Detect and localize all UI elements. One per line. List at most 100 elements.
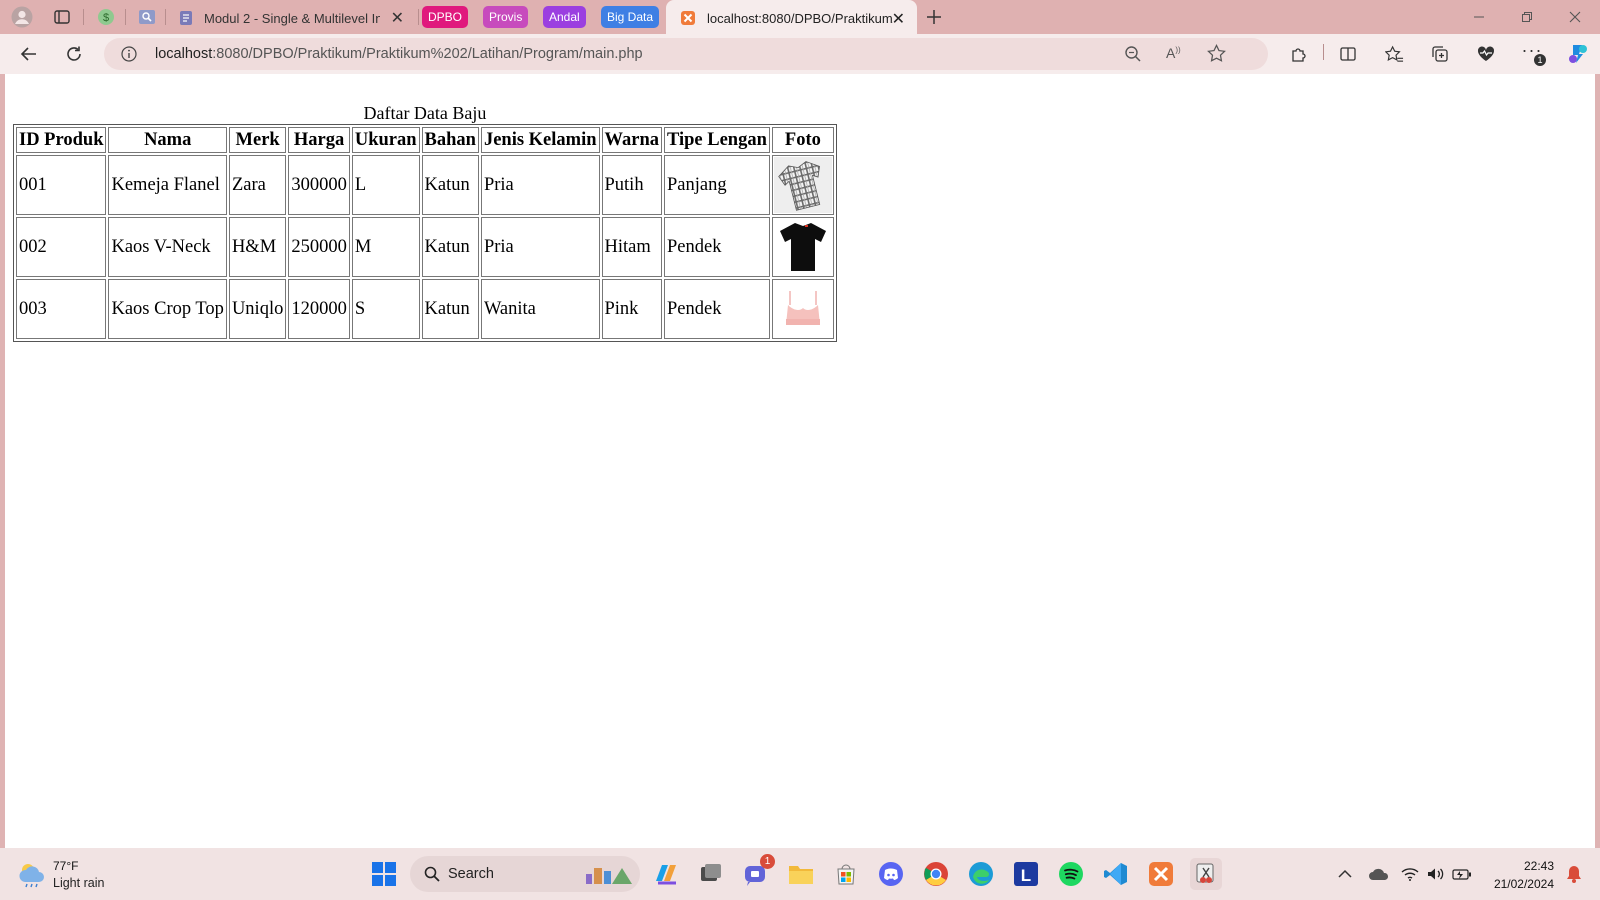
- cell-nama: Kaos Crop Top: [108, 279, 227, 339]
- cell-id: 003: [16, 279, 107, 339]
- minimize-icon[interactable]: [1468, 6, 1490, 28]
- tab-bar: $ Modul 2 - Single & Multilevel In ✕ DPB…: [0, 0, 1600, 36]
- cell-bahan: Katun: [421, 155, 479, 215]
- split-screen-icon[interactable]: [1336, 42, 1360, 66]
- pinned-tab-money-icon[interactable]: $: [94, 5, 118, 29]
- table-caption: Daftar Data Baju: [363, 103, 487, 123]
- cell-ukuran: M: [351, 217, 420, 277]
- onedrive-cloud-icon[interactable]: [1366, 858, 1392, 890]
- task-view-icon[interactable]: [695, 858, 727, 890]
- tab-modul-2[interactable]: Modul 2 - Single & Multilevel In ✕: [178, 3, 408, 33]
- cell-id: 001: [16, 155, 107, 215]
- favorite-star-icon[interactable]: [1207, 44, 1226, 68]
- cell-bahan: Katun: [421, 279, 479, 339]
- cell-jenis-kelamin: Wanita: [480, 279, 600, 339]
- address-bar[interactable]: localhost:8080/DPBO/Praktikum/Praktikum%…: [104, 38, 1268, 70]
- header-harga: Harga: [288, 127, 350, 153]
- page-viewport: Daftar Data Baju ID Produk Nama Merk Har…: [5, 74, 1595, 848]
- product-table-container: Daftar Data Baju ID Produk Nama Merk Har…: [13, 102, 837, 342]
- clock-date[interactable]: 21/02/2024: [1494, 877, 1554, 891]
- weather-temperature[interactable]: 77°F: [53, 859, 78, 873]
- vscode-icon[interactable]: [1100, 858, 1132, 890]
- windows-start-icon[interactable]: [368, 858, 400, 890]
- cell-foto: [771, 155, 834, 215]
- chat-notification-badge: 1: [760, 854, 775, 869]
- file-explorer-icon[interactable]: [785, 858, 817, 890]
- microsoft-store-icon[interactable]: [830, 858, 862, 890]
- teams-chat-icon[interactable]: 1: [740, 854, 775, 890]
- cell-bahan: Katun: [421, 217, 479, 277]
- notification-bell-icon[interactable]: [1563, 858, 1585, 890]
- collections-icon[interactable]: [1428, 42, 1452, 66]
- cell-tipe-lengan: Panjang: [663, 155, 770, 215]
- snipping-tool-icon[interactable]: [1190, 858, 1222, 890]
- cell-warna: Hitam: [601, 217, 662, 277]
- taskbar-search[interactable]: Search: [410, 856, 640, 892]
- xampp-icon: [681, 11, 695, 25]
- profile-icon[interactable]: [10, 5, 34, 29]
- zoom-icon[interactable]: [1124, 45, 1142, 68]
- cell-ukuran: L: [351, 155, 420, 215]
- favorites-icon[interactable]: [1382, 42, 1406, 66]
- new-tab-icon[interactable]: [922, 5, 946, 29]
- weather-description[interactable]: Light rain: [53, 876, 104, 890]
- cell-merk: Uniqlo: [228, 279, 287, 339]
- tab-title: Modul 2 - Single & Multilevel In: [204, 10, 380, 26]
- copilot-app-icon[interactable]: [650, 858, 682, 890]
- wifi-icon[interactable]: [1400, 858, 1420, 890]
- header-jenis-kelamin: Jenis Kelamin: [480, 127, 600, 153]
- header-ukuran: Ukuran: [351, 127, 420, 153]
- document-icon: [180, 11, 192, 25]
- copilot-icon[interactable]: [1566, 42, 1590, 66]
- notification-badge: 1: [1534, 54, 1546, 66]
- back-icon[interactable]: [17, 42, 41, 66]
- cell-harga: 250000: [288, 217, 350, 277]
- restore-icon[interactable]: [1516, 6, 1538, 28]
- header-merk: Merk: [228, 127, 287, 153]
- header-nama: Nama: [108, 127, 227, 153]
- cell-merk: Zara: [228, 155, 287, 215]
- clock-time[interactable]: 22:43: [1524, 859, 1554, 873]
- l-app-icon[interactable]: L: [1010, 858, 1042, 890]
- tab-localhost[interactable]: localhost:8080/DPBO/Praktikum/ ✕: [666, 0, 917, 36]
- tab-group-provis[interactable]: Provis: [483, 6, 529, 28]
- workspaces-icon[interactable]: [50, 5, 74, 29]
- cell-jenis-kelamin: Pria: [480, 217, 600, 277]
- close-tab-icon[interactable]: ✕: [391, 8, 404, 28]
- header-bahan: Bahan: [421, 127, 479, 153]
- volume-icon[interactable]: [1426, 858, 1446, 890]
- table-row: 002 Kaos V-Neck H&M 250000 M Katun Pria …: [16, 217, 834, 277]
- performance-heart-icon[interactable]: [1474, 42, 1498, 66]
- tab-group-dpbo[interactable]: DPBO: [422, 6, 469, 28]
- battery-icon[interactable]: [1452, 858, 1472, 890]
- tab-group-andal[interactable]: Andal: [543, 6, 586, 28]
- xampp-taskbar-icon[interactable]: [1145, 858, 1177, 890]
- cell-nama: Kaos V-Neck: [108, 217, 227, 277]
- clothing-data-table: ID Produk Nama Merk Harga Ukuran Bahan J…: [13, 124, 837, 342]
- navigation-toolbar: localhost:8080/DPBO/Praktikum/Praktikum%…: [0, 34, 1600, 74]
- cell-warna: Pink: [601, 279, 662, 339]
- discord-icon[interactable]: [875, 858, 907, 890]
- cell-harga: 300000: [288, 155, 350, 215]
- spotify-icon[interactable]: [1055, 858, 1087, 890]
- edge-icon[interactable]: [965, 858, 997, 890]
- close-tab-icon[interactable]: ✕: [892, 9, 905, 29]
- cell-merk: H&M: [228, 217, 287, 277]
- chrome-icon[interactable]: [920, 858, 952, 890]
- refresh-icon[interactable]: [62, 42, 86, 66]
- pinned-tab-image-icon[interactable]: [135, 5, 159, 29]
- settings-more-icon[interactable]: ··· 1: [1520, 40, 1546, 66]
- cell-foto: [771, 217, 834, 277]
- chevron-up-icon[interactable]: [1333, 858, 1357, 890]
- tab-group-big-data[interactable]: Big Data: [601, 6, 660, 28]
- taskbar: 77°F Light rain Search 1 L 22:43 21/02/2…: [0, 848, 1600, 900]
- tab-title: localhost:8080/DPBO/Praktikum/: [707, 10, 893, 26]
- url-text[interactable]: localhost:8080/DPBO/Praktikum/Praktikum%…: [155, 38, 643, 70]
- extensions-icon[interactable]: [1287, 42, 1311, 66]
- header-id-produk: ID Produk: [16, 127, 107, 153]
- weather-rain-icon[interactable]: [17, 860, 47, 893]
- close-window-icon[interactable]: [1564, 6, 1586, 28]
- info-icon[interactable]: [121, 46, 137, 67]
- cell-ukuran: S: [351, 279, 420, 339]
- read-aloud-icon[interactable]: A)): [1166, 45, 1181, 61]
